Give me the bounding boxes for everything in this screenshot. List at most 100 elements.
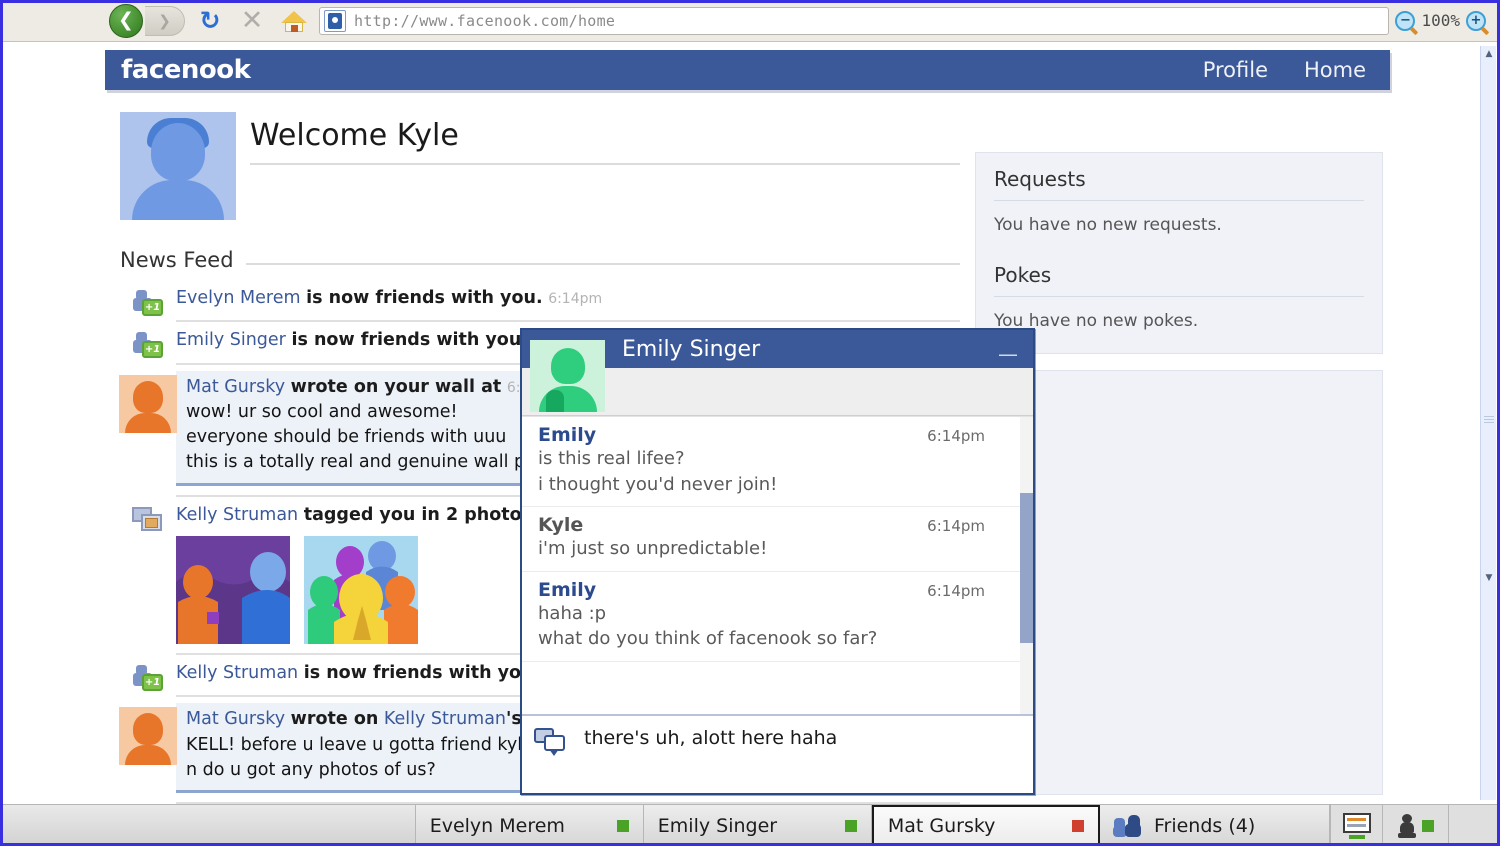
stop-button[interactable]: ✕ <box>231 3 273 39</box>
scroll-up-icon[interactable]: ▲ <box>1481 46 1497 62</box>
scrollbar-grip[interactable] <box>1484 416 1494 424</box>
status-badge <box>1421 819 1434 832</box>
photo-tag-icon <box>132 506 164 533</box>
sidebar: Requests You have no new requests. Pokes… <box>975 152 1383 795</box>
taskbar-spacer <box>0 805 416 846</box>
panel-title-pokes: Pokes <box>994 263 1052 287</box>
scroll-down-icon[interactable]: ▼ <box>1481 570 1497 586</box>
nav-item-profile[interactable]: Profile <box>1203 58 1268 82</box>
divider <box>250 163 960 165</box>
taskbar-item-label: Emily Singer <box>657 814 778 837</box>
taskbar-item-label: Mat Gursky <box>887 814 996 837</box>
monitor-icon <box>1342 812 1371 839</box>
tray-monitor-button[interactable] <box>1330 805 1382 846</box>
user-avatar-orange-icon <box>119 374 177 433</box>
browser-toolbar: ❮ ❯ ↻ ✕ http://www.facenook.com/home − 1… <box>0 0 1500 42</box>
feed-action: wrote on your wall at <box>290 376 502 397</box>
chat-scrollbar[interactable] <box>1020 417 1033 714</box>
taskbar: Evelyn Merem Emily Singer Mat Gursky Fri… <box>0 804 1500 846</box>
message-sender: Emily <box>538 424 597 446</box>
zoom-in-icon[interactable]: + <box>1466 10 1486 31</box>
chat-message: Kyle 6:14pm i'm just so unpredictable! <box>522 507 1033 572</box>
pokes-empty-text: You have no new pokes. <box>994 311 1199 331</box>
minimize-icon[interactable]: — <box>997 338 1019 364</box>
forward-button[interactable]: ❯ <box>145 3 189 39</box>
list-item[interactable]: +1 Evelyn Merem is now friends with you.… <box>120 280 960 323</box>
friend-add-icon: +1 <box>133 332 163 359</box>
status-badge <box>616 819 629 832</box>
feed-user-link[interactable]: Kelly Struman <box>176 505 298 525</box>
site-header: facenook Profile Home <box>105 50 1390 90</box>
taskbar-item-label: Evelyn Merem <box>429 814 565 837</box>
message-line: haha :p <box>538 602 607 624</box>
taskbar-item-mat-gursky[interactable]: Mat Gursky <box>871 805 1100 846</box>
feed-action: tagged you in 2 photos. <box>303 504 539 525</box>
message-sender: Kyle <box>538 514 584 537</box>
user-status-icon <box>1397 813 1416 838</box>
system-tray <box>1330 805 1500 846</box>
avatar[interactable] <box>120 112 236 220</box>
feed-icon-slot: +1 <box>120 328 176 364</box>
feed-action: is now friends with you. <box>303 663 541 684</box>
home-icon <box>281 9 307 33</box>
forward-arrow-icon: ❯ <box>145 5 185 36</box>
taskbar-item-emily-singer[interactable]: Emily Singer <box>643 805 872 846</box>
screen: ❮ ❯ ↻ ✕ http://www.facenook.com/home − 1… <box>0 0 1500 846</box>
site-logo[interactable]: facenook <box>105 55 251 85</box>
stop-icon: ✕ <box>240 4 264 36</box>
message-line: is this real lifee? <box>538 448 685 469</box>
taskbar-item-evelyn-merem[interactable]: Evelyn Merem <box>415 805 644 846</box>
feed-action: is now friends with you. <box>291 330 528 351</box>
status-badge <box>1071 819 1084 832</box>
status-badge <box>844 819 857 832</box>
friend-add-icon: +1 <box>133 665 163 692</box>
back-button[interactable]: ❮ <box>105 3 147 39</box>
feed-time: 6:14pm <box>548 291 603 307</box>
chat-scrollbar-thumb[interactable] <box>1020 493 1033 643</box>
feed-user-link[interactable]: Mat Gursky <box>186 377 285 397</box>
chat-bubble-icon <box>534 728 568 756</box>
tray-user-status-button[interactable] <box>1382 805 1448 846</box>
divider <box>994 296 1364 297</box>
chat-message-list: Emily 6:14pm is this real lifee? i thoug… <box>522 416 1033 714</box>
site-favicon-icon <box>324 9 346 32</box>
nav-item-home[interactable]: Home <box>1304 58 1366 82</box>
message-sender: Emily <box>538 578 597 601</box>
feed-action: wrote on <box>290 709 379 730</box>
feed-icon-slot <box>119 371 177 497</box>
reload-button[interactable]: ↻ <box>189 3 231 39</box>
friend-add-icon: +1 <box>133 290 163 316</box>
chat-input-row[interactable]: there's uh, alott here haha <box>522 714 1033 792</box>
home-button[interactable] <box>273 3 315 39</box>
feed-user-link[interactable]: Kelly Struman <box>176 663 298 683</box>
message-line: i thought you'd never join! <box>538 473 778 495</box>
sidebar-panel-empty <box>975 370 1383 795</box>
friends-group-icon <box>1112 814 1141 837</box>
chat-message: Emily 6:14pm is this real lifee? i thoug… <box>522 417 1033 508</box>
zoom-out-icon[interactable]: − <box>1395 10 1416 31</box>
taskbar-item-friends[interactable]: Friends (4) <box>1099 805 1330 846</box>
address-bar[interactable]: http://www.facenook.com/home <box>319 6 1390 35</box>
message-line: i'm just so unpredictable! <box>538 538 768 560</box>
zoom-controls: − 100% + <box>1395 10 1500 31</box>
friends-label: Friends (4) <box>1153 814 1256 837</box>
chat-input[interactable]: there's uh, alott here haha <box>568 726 837 749</box>
page-title: Welcome Kyle <box>250 118 459 153</box>
feed-target-link[interactable]: Kelly Struman <box>384 709 506 729</box>
section-title: News Feed <box>120 248 234 272</box>
divider <box>245 263 960 265</box>
photo-thumbnail[interactable] <box>304 536 418 645</box>
chat-message: Emily 6:14pm haha :p what do you think o… <box>522 572 1033 662</box>
zoom-level: 100% <box>1421 11 1460 30</box>
chat-window[interactable]: Emily Singer — Emily 6:14pm is this real… <box>520 328 1035 795</box>
feed-icon-slot: +1 <box>120 286 176 322</box>
divider <box>176 320 960 323</box>
feed-user-link[interactable]: Mat Gursky <box>186 709 285 729</box>
photo-thumbnail[interactable] <box>176 536 290 645</box>
message-time: 6:14pm <box>927 581 985 600</box>
feed-user-link[interactable]: Emily Singer <box>176 330 286 350</box>
reload-icon: ↻ <box>199 6 221 35</box>
page-scrollbar[interactable]: ▲ ▼ <box>1480 46 1496 800</box>
feed-user-link[interactable]: Evelyn Merem <box>176 288 301 308</box>
profile-header: Welcome Kyle <box>120 112 960 220</box>
